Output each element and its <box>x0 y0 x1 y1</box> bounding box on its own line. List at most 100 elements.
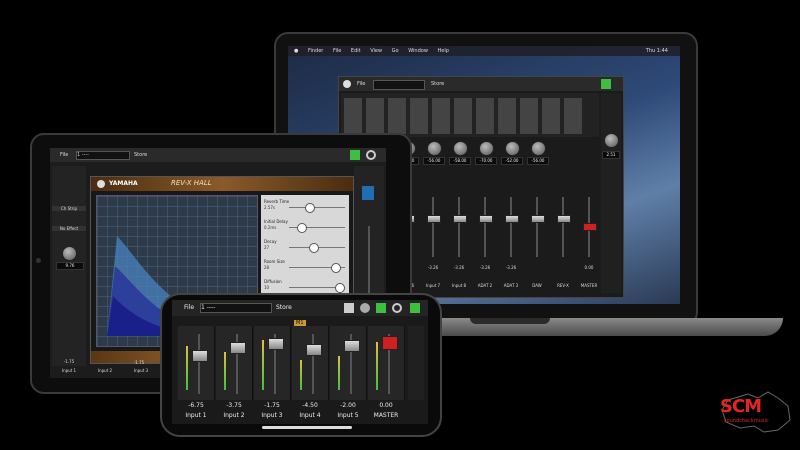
param-name: Reverb Time <box>264 199 290 204</box>
param-value: 0.2ms <box>264 225 277 230</box>
channel-label: DAW <box>532 283 542 288</box>
fader-handle[interactable] <box>557 215 571 223</box>
master-knob[interactable] <box>604 133 619 148</box>
menu-file[interactable]: File <box>333 48 341 54</box>
menu-help[interactable]: Help <box>438 48 449 54</box>
channel-label: Input 1 <box>61 368 77 373</box>
store-button[interactable]: Store <box>134 148 147 162</box>
ch-strip-slot[interactable]: Ch Strip <box>52 206 86 211</box>
gear-icon[interactable] <box>392 303 402 313</box>
fader-track <box>432 197 434 257</box>
channel-label: REV-X <box>557 283 569 288</box>
routing-section <box>341 93 599 137</box>
fader-handle[interactable] <box>427 215 441 223</box>
fader-handle[interactable] <box>453 215 467 223</box>
home-indicator <box>262 426 352 429</box>
apple-icon[interactable]: ● <box>294 48 298 54</box>
file-menu[interactable]: File <box>184 304 194 311</box>
fader-handle[interactable] <box>344 340 360 352</box>
phone-master-strip <box>368 326 405 400</box>
preset-select[interactable]: 1 ---- <box>200 303 272 313</box>
routing-block[interactable] <box>563 97 583 135</box>
fader-handle[interactable] <box>531 215 545 223</box>
file-menu[interactable]: File <box>357 77 365 91</box>
ports-icon[interactable] <box>350 150 360 160</box>
gain-knob[interactable] <box>505 141 520 156</box>
decay-slider[interactable] <box>309 243 319 253</box>
menu-go[interactable]: Go <box>392 48 399 54</box>
routing-block[interactable] <box>519 97 539 135</box>
param-name: Room Size <box>264 259 285 264</box>
close-icon[interactable] <box>343 80 351 88</box>
menu-finder[interactable]: Finder <box>308 48 323 54</box>
routing-block[interactable] <box>475 97 495 135</box>
menu-edit[interactable]: Edit <box>351 48 361 54</box>
routing-block[interactable] <box>497 97 517 135</box>
param-name: Initial Delay <box>264 219 288 224</box>
laptop-notch <box>470 318 550 324</box>
routing-block[interactable] <box>365 97 385 135</box>
diffusion-slider[interactable] <box>335 283 345 293</box>
phone-channel-strip <box>292 326 329 400</box>
channel-label: Input 2 <box>223 412 245 419</box>
fader-track <box>536 197 538 257</box>
gain-knob[interactable] <box>427 141 442 156</box>
menu-window[interactable]: Window <box>408 48 428 54</box>
brand-label: YAMAHA <box>109 180 138 187</box>
gain-display: -52.00 <box>501 157 523 165</box>
mixer-icon[interactable] <box>344 303 354 313</box>
phone-channel-strip <box>254 326 291 400</box>
iphone-screen: File 1 ---- Store M1 -6.75 -3.75 -1.75 -… <box>172 300 428 424</box>
ipad-ports-tab[interactable] <box>362 186 374 200</box>
menu-view[interactable]: View <box>370 48 382 54</box>
store-button[interactable]: Store <box>276 304 292 311</box>
fader-value: -1.75 <box>63 359 75 364</box>
fader-handle[interactable] <box>268 338 284 350</box>
gear-icon[interactable] <box>366 150 376 160</box>
preset-select[interactable]: 1 ---- <box>76 151 130 160</box>
routing-block[interactable] <box>343 97 363 135</box>
channel-label: ADAT 2 <box>477 283 493 288</box>
meter-icon[interactable] <box>360 303 370 313</box>
file-menu[interactable]: File <box>60 148 68 162</box>
gain-knob[interactable] <box>531 141 546 156</box>
effect-slot[interactable]: No Effect <box>52 226 86 231</box>
routing-block[interactable] <box>387 97 407 135</box>
gain-knob[interactable] <box>479 141 494 156</box>
link-icon[interactable] <box>410 303 420 313</box>
routing-block[interactable] <box>409 97 429 135</box>
fader-track <box>458 197 460 257</box>
master-fader-handle[interactable] <box>382 336 398 350</box>
fader-track <box>484 197 486 257</box>
routing-block[interactable] <box>453 97 473 135</box>
routing-block[interactable] <box>431 97 451 135</box>
routing-block[interactable] <box>541 97 561 135</box>
close-icon[interactable] <box>97 180 105 188</box>
initial-delay-slider[interactable] <box>297 223 307 233</box>
gain-knob[interactable] <box>453 141 468 156</box>
preset-select[interactable] <box>373 80 425 90</box>
master-fader-handle[interactable] <box>583 223 597 231</box>
room-size-slider[interactable] <box>331 263 341 273</box>
level-meter <box>186 346 188 390</box>
reverb-time-slider[interactable] <box>305 203 315 213</box>
phone-side-panel <box>408 326 424 400</box>
gain-display: -58.00 <box>449 157 471 165</box>
fader-handle[interactable] <box>306 344 322 356</box>
ports-icon[interactable] <box>601 79 611 89</box>
gain-knob[interactable] <box>62 246 77 261</box>
level-meter <box>338 356 340 390</box>
fader-handle[interactable] <box>479 215 493 223</box>
channel-label: Input 3 <box>261 412 283 419</box>
fader-handle[interactable] <box>505 215 519 223</box>
store-button[interactable]: Store <box>431 77 444 91</box>
gain-display: 9.76 <box>56 262 84 270</box>
param-name: Diffusion <box>264 279 282 284</box>
ports-icon[interactable] <box>376 303 386 313</box>
fader-handle[interactable] <box>230 342 246 354</box>
fader-value: -1.75 <box>264 402 280 409</box>
fader-track <box>562 197 564 257</box>
fader-handle[interactable] <box>192 350 208 362</box>
mac-menubar: ● Finder File Edit View Go Window Help T… <box>288 46 680 56</box>
level-meter <box>262 340 264 390</box>
